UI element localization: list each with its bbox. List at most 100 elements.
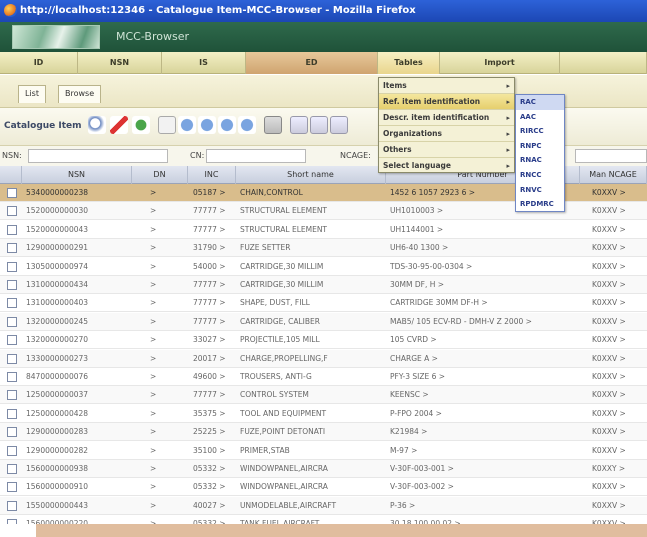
- cell-nsn[interactable]: 1305000000974: [26, 258, 130, 276]
- table-row[interactable]: 1290000000291 >31790 > FUZE SETTER UH6-40 1…: [0, 239, 647, 258]
- cell-part-number[interactable]: K21984 >: [390, 423, 578, 441]
- col-select[interactable]: [0, 166, 22, 184]
- cell-nsn[interactable]: 1560000000910: [26, 478, 130, 496]
- cell-inc[interactable]: 40027 >: [193, 497, 237, 515]
- cell-part-number[interactable]: P-36 >: [390, 497, 578, 515]
- row-checkbox[interactable]: [7, 372, 17, 382]
- col-nsn[interactable]: NSN: [22, 166, 132, 184]
- tab-browse[interactable]: Browse: [58, 85, 102, 103]
- nsn-filter-input[interactable]: [28, 149, 168, 163]
- nav-blank[interactable]: [560, 52, 647, 74]
- table-row[interactable]: 1305000000974 >54000 > CARTRIDGE,30 MILLIM…: [0, 257, 647, 276]
- nav-nsn[interactable]: NSN: [78, 52, 162, 74]
- first-page-icon[interactable]: [178, 116, 196, 134]
- table-row[interactable]: 1290000000282 >35100 > PRIMER,STAB M-97 > K0…: [0, 441, 647, 460]
- cell-part-number[interactable]: CARTRIDGE 30MM DF-H >: [390, 294, 578, 312]
- menu-item-organizations[interactable]: Organizations ▸: [379, 126, 514, 142]
- next-page-icon[interactable]: [218, 116, 236, 134]
- menu-item-others[interactable]: Others ▸: [379, 142, 514, 158]
- menu-item-ref-item-identification[interactable]: Ref. item identification ▸: [379, 94, 514, 110]
- cell-nsn[interactable]: 1520000000043: [26, 221, 130, 239]
- columns-icon[interactable]: [310, 116, 328, 134]
- submenu-item-ricc[interactable]: RIRCC: [516, 124, 564, 139]
- cell-part-number[interactable]: KEENSC >: [390, 386, 578, 404]
- cell-inc[interactable]: 77777 >: [193, 221, 237, 239]
- cell-inc[interactable]: 49600 >: [193, 368, 237, 386]
- row-checkbox[interactable]: [7, 427, 17, 438]
- cell-inc[interactable]: 35375 >: [193, 405, 237, 423]
- menu-item-select-language[interactable]: Select language ▸: [379, 158, 514, 174]
- nav-ed[interactable]: ED: [246, 52, 378, 74]
- row-checkbox[interactable]: [7, 335, 17, 346]
- cell-inc[interactable]: 77777 >: [193, 386, 237, 404]
- cell-part-number[interactable]: V-30F-003-001 >: [390, 460, 578, 478]
- nav-import[interactable]: Import: [440, 52, 560, 74]
- cell-inc[interactable]: 25225 >: [193, 423, 237, 441]
- cell-nsn[interactable]: 1560000000938: [26, 460, 130, 478]
- nav-is[interactable]: IS: [162, 52, 246, 74]
- row-checkbox[interactable]: [7, 206, 17, 217]
- cell-nsn[interactable]: 1310000000403: [26, 294, 130, 312]
- row-checkbox[interactable]: [7, 464, 17, 474]
- cell-part-number[interactable]: UH6-40 1300 >: [390, 239, 578, 257]
- col-short-name[interactable]: Short name: [236, 166, 386, 184]
- cell-inc[interactable]: 77777 >: [193, 202, 237, 220]
- cell-nsn[interactable]: 1320000000270: [26, 331, 130, 349]
- cell-part-number[interactable]: 30MM DF, H >: [390, 276, 578, 294]
- row-checkbox[interactable]: [7, 316, 17, 327]
- row-checkbox[interactable]: [7, 482, 17, 493]
- cell-inc[interactable]: 05332 >: [193, 460, 237, 478]
- cell-part-number[interactable]: PFY-3 SIZE 6 >: [390, 368, 578, 386]
- table-row[interactable]: 1550000000443 >40027 > UNMODELABLE,AIRCRAF…: [0, 496, 647, 515]
- new-record-icon[interactable]: [158, 116, 176, 134]
- tab-list[interactable]: List: [18, 85, 46, 103]
- cell-nsn[interactable]: 1250000000037: [26, 386, 130, 404]
- settings-icon[interactable]: [330, 116, 348, 134]
- table-row[interactable]: 1250000000037 >77777 > CONTROL SYSTEM KEENS…: [0, 386, 647, 405]
- table-row[interactable]: 1330000000273 >20017 > CHARGE,PROPELLING,F…: [0, 349, 647, 368]
- cell-nsn[interactable]: 1550000000443: [26, 497, 130, 515]
- print-icon[interactable]: [264, 116, 282, 134]
- cn-filter-input[interactable]: [206, 149, 306, 163]
- cell-nsn[interactable]: 1290000000282: [26, 442, 130, 460]
- cell-nsn[interactable]: 1320000000245: [26, 313, 130, 331]
- cell-inc[interactable]: 05187 >: [193, 184, 237, 202]
- submenu-item-aac[interactable]: AAC: [516, 110, 564, 125]
- cell-nsn[interactable]: 1250000000428: [26, 405, 130, 423]
- cell-inc[interactable]: 77777 >: [193, 313, 237, 331]
- row-checkbox[interactable]: [7, 188, 17, 198]
- cell-inc[interactable]: 35100 >: [193, 442, 237, 460]
- cell-part-number[interactable]: P-FPO 2004 >: [390, 405, 578, 423]
- submenu-item-rncc[interactable]: RNCC: [516, 168, 564, 183]
- row-checkbox[interactable]: [7, 390, 17, 401]
- table-row[interactable]: 1290000000283 >25225 > FUZE,POINT DETONATI…: [0, 423, 647, 442]
- submenu-item-rnac[interactable]: RNAC: [516, 153, 564, 168]
- table-row[interactable]: 1560000000938 >05332 > WINDOWPANEL,AIRCRA V…: [0, 460, 647, 478]
- refresh-icon[interactable]: [132, 116, 150, 134]
- cell-part-number[interactable]: M-97 >: [390, 442, 578, 460]
- cell-inc[interactable]: 77777 >: [193, 294, 237, 312]
- cell-nsn[interactable]: 1290000000283: [26, 423, 130, 441]
- row-checkbox[interactable]: [7, 261, 17, 272]
- col-man-ncage[interactable]: Man NCAGE: [580, 166, 647, 184]
- last-page-icon[interactable]: [238, 116, 256, 134]
- table-row[interactable]: 1520000000043 >77777 > STRUCTURAL ELEMENT U…: [0, 220, 647, 239]
- prev-page-icon[interactable]: [198, 116, 216, 134]
- row-checkbox[interactable]: [7, 280, 17, 290]
- export-icon[interactable]: [290, 116, 308, 134]
- table-row[interactable]: 1310000000434 >77777 > CARTRIDGE,30 MILLIM…: [0, 276, 647, 294]
- cell-nsn[interactable]: 5340000000238: [26, 184, 130, 202]
- clear-filter-icon[interactable]: [110, 116, 128, 134]
- cell-part-number[interactable]: 105 CVRD >: [390, 331, 578, 349]
- cell-inc[interactable]: 05332 >: [193, 478, 237, 496]
- row-checkbox[interactable]: [7, 353, 17, 364]
- cell-part-number[interactable]: UH1144001 >: [390, 221, 578, 239]
- submenu-item-rpdmrc[interactable]: RPDMRC: [516, 197, 564, 212]
- row-checkbox[interactable]: [7, 500, 17, 511]
- search-icon[interactable]: [88, 116, 106, 134]
- table-row[interactable]: 8470000000076 >49600 > TROUSERS, ANTI-G PFY…: [0, 368, 647, 386]
- cell-part-number[interactable]: TDS-30-95-00-0304 >: [390, 258, 578, 276]
- cell-nsn[interactable]: 1290000000291: [26, 239, 130, 257]
- cell-part-number[interactable]: CHARGE A >: [390, 350, 578, 368]
- cell-nsn[interactable]: 8470000000076: [26, 368, 130, 386]
